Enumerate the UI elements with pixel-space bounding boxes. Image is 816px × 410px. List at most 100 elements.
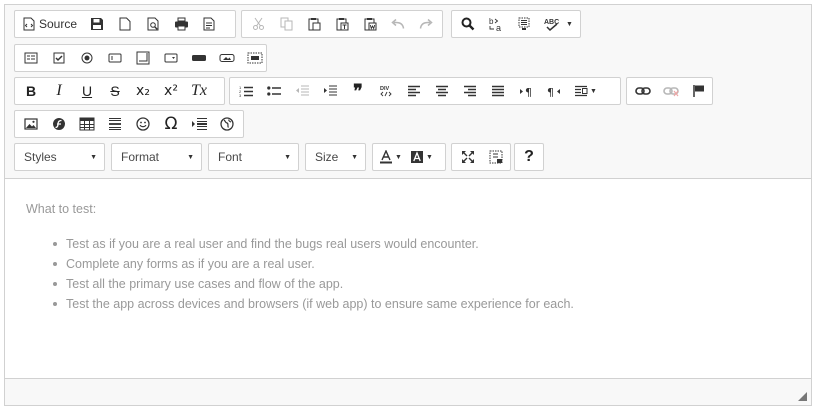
bold-label: B (25, 83, 37, 99)
show-blocks-button[interactable] (482, 145, 510, 169)
align-left-icon (408, 85, 420, 97)
paste-icon (308, 18, 320, 31)
svg-text:a: a (496, 23, 501, 32)
paste-button[interactable] (300, 12, 328, 36)
italic-button[interactable]: I (45, 79, 73, 103)
bulleted-list-button[interactable] (260, 79, 288, 103)
link-button[interactable] (629, 79, 657, 103)
paste-word-button[interactable] (356, 12, 384, 36)
button-widget-button[interactable] (185, 46, 213, 70)
rtl-button[interactable]: ¶ (540, 79, 568, 103)
save-button[interactable] (83, 12, 111, 36)
copy-button[interactable] (272, 12, 300, 36)
print-button[interactable] (167, 12, 195, 36)
create-div-button[interactable]: DIV (372, 79, 400, 103)
textarea-button[interactable] (129, 46, 157, 70)
undo-button[interactable] (384, 12, 412, 36)
textfield-button[interactable] (101, 46, 129, 70)
outdent-button[interactable] (288, 79, 316, 103)
basicstyles-group: B I U S x₂ x² Tx (14, 77, 225, 105)
spellcheck-button[interactable]: ABC ▼ (538, 12, 579, 36)
remove-format-label: Tx (191, 82, 207, 99)
background-color-button[interactable]: ▼ (406, 145, 437, 169)
flag-icon (693, 85, 704, 97)
redo-button[interactable] (412, 12, 440, 36)
select-all-button[interactable] (510, 12, 538, 36)
svg-text:¶: ¶ (547, 86, 554, 97)
blockquote-icon: ❞ (353, 81, 363, 101)
source-label: Source (39, 17, 78, 31)
chevron-down-icon: ▼ (351, 153, 358, 161)
hidden-field-button[interactable] (241, 46, 269, 70)
subscript-label: x₂ (136, 83, 150, 99)
blockquote-button[interactable]: ❞ (344, 79, 372, 103)
editor-content[interactable]: What to test: Test as if you are a real … (5, 180, 811, 378)
special-char-button[interactable]: Ω (157, 112, 185, 136)
smiley-button[interactable] (129, 112, 157, 136)
help-button[interactable]: ? (517, 145, 541, 169)
format-dropdown[interactable]: Format ▼ (111, 143, 202, 171)
ltr-icon: ¶ (520, 86, 532, 97)
list-item: Test all the primary use cases and flow … (52, 274, 790, 294)
new-page-button[interactable] (111, 12, 139, 36)
language-button[interactable]: ▼ (568, 79, 603, 103)
paragraph-group: 123 ❞ DIV ¶ ¶ ▼ (229, 77, 621, 105)
superscript-button[interactable]: x² (157, 79, 185, 103)
source-button[interactable]: Source (17, 12, 83, 36)
maximize-icon (462, 151, 474, 163)
horizontal-rule-button[interactable] (101, 112, 129, 136)
radio-button[interactable] (73, 46, 101, 70)
indent-button[interactable] (316, 79, 344, 103)
align-justify-button[interactable] (484, 79, 512, 103)
templates-icon (203, 17, 215, 31)
align-right-button[interactable] (456, 79, 484, 103)
strike-button[interactable]: S (101, 79, 129, 103)
font-dropdown[interactable]: Font ▼ (208, 143, 299, 171)
textarea-icon (136, 51, 150, 65)
preview-button[interactable] (139, 12, 167, 36)
image-button[interactable] (17, 112, 45, 136)
image-icon (24, 118, 38, 130)
replace-button[interactable]: ba (482, 12, 510, 36)
omega-icon: Ω (164, 113, 178, 134)
bold-button[interactable]: B (17, 79, 45, 103)
align-left-button[interactable] (400, 79, 428, 103)
flash-button[interactable] (45, 112, 73, 136)
size-dropdown[interactable]: Size ▼ (305, 143, 366, 171)
unlink-button[interactable] (657, 79, 685, 103)
underline-button[interactable]: U (73, 79, 101, 103)
format-label: Format (121, 150, 160, 164)
select-button[interactable] (157, 46, 185, 70)
subscript-button[interactable]: x₂ (129, 79, 157, 103)
redo-icon (419, 18, 433, 29)
page-break-button[interactable] (185, 112, 213, 136)
find-button[interactable] (454, 12, 482, 36)
unlink-icon (663, 87, 679, 97)
svg-text:DIV: DIV (380, 86, 390, 92)
indent-icon (324, 85, 337, 96)
resize-handle-icon[interactable] (798, 392, 807, 401)
cut-button[interactable] (244, 12, 272, 36)
numbered-list-button[interactable]: 123 (232, 79, 260, 103)
copy-icon (280, 17, 292, 31)
table-button[interactable] (73, 112, 101, 136)
templates-button[interactable] (195, 12, 223, 36)
text-color-button[interactable]: ▼ (375, 145, 406, 169)
iframe-button[interactable] (213, 112, 241, 136)
size-label: Size (315, 150, 339, 164)
language-icon (575, 85, 588, 97)
form-button[interactable] (17, 46, 45, 70)
editing-group: ba ABC ▼ (451, 10, 581, 38)
chevron-down-icon: ▼ (425, 153, 433, 161)
remove-format-button[interactable]: Tx (185, 79, 213, 103)
paste-text-button[interactable] (328, 12, 356, 36)
form-icon (24, 52, 38, 64)
smiley-icon (136, 117, 150, 131)
align-center-button[interactable] (428, 79, 456, 103)
ltr-button[interactable]: ¶ (512, 79, 540, 103)
anchor-button[interactable] (685, 79, 713, 103)
image-button-widget-button[interactable] (213, 46, 241, 70)
checkbox-button[interactable] (45, 46, 73, 70)
styles-dropdown[interactable]: Styles ▼ (14, 143, 105, 171)
maximize-button[interactable] (454, 145, 482, 169)
